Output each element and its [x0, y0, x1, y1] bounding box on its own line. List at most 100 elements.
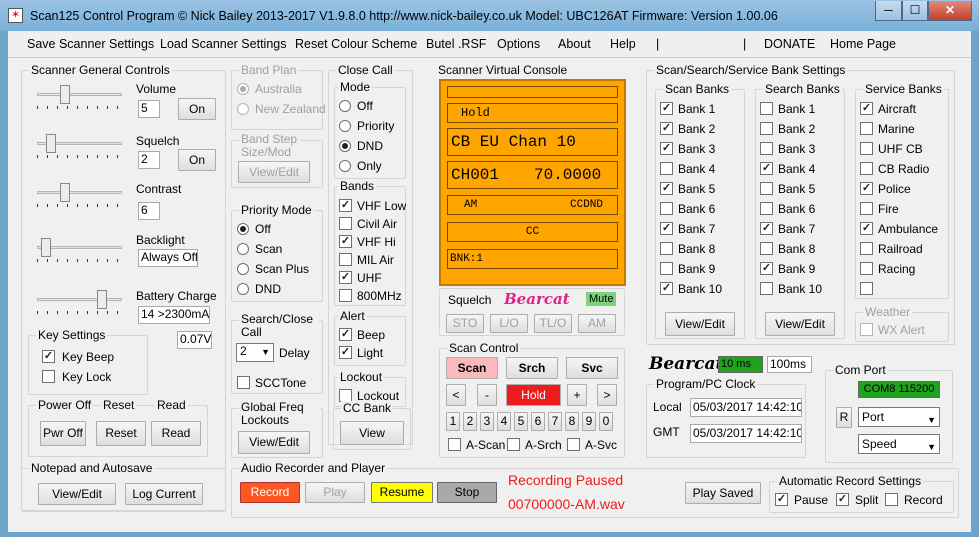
scan-bank-checkbox[interactable]	[660, 202, 673, 215]
minimize-button[interactable]: ─	[875, 1, 902, 21]
cc-off-radio[interactable]	[339, 100, 351, 112]
scan-bank-checkbox[interactable]	[660, 242, 673, 255]
a-srch-checkbox[interactable]	[507, 438, 520, 451]
search-bank-checkbox[interactable]	[760, 122, 773, 135]
contrast-value[interactable]: 6	[138, 202, 160, 220]
auto-pause-checkbox[interactable]: ✓	[775, 493, 788, 506]
service-bank-checkbox[interactable]: ✓	[860, 102, 873, 115]
scan-bank-checkbox[interactable]: ✓	[660, 122, 673, 135]
close-button[interactable]: ✕	[928, 1, 972, 21]
menu-options[interactable]: Options	[497, 37, 540, 51]
menu-donate[interactable]: DONATE	[764, 37, 815, 51]
digit-2-button[interactable]: 2	[463, 412, 477, 431]
digit-6-button[interactable]: 6	[531, 412, 545, 431]
priority-off-radio[interactable]	[237, 223, 249, 235]
digit-9-button[interactable]: 9	[582, 412, 596, 431]
next-button[interactable]: >	[597, 384, 617, 406]
lo-button[interactable]: L/O	[490, 314, 528, 333]
digit-1-button[interactable]: 1	[446, 412, 460, 431]
band-checkbox[interactable]	[339, 253, 352, 266]
minus-button[interactable]: -	[477, 384, 497, 406]
play-button[interactable]: Play	[305, 482, 365, 503]
menu-butel[interactable]: Butel .RSF	[426, 37, 486, 51]
a-svc-checkbox[interactable]	[567, 438, 580, 451]
volume-slider[interactable]	[37, 85, 122, 109]
digit-4-button[interactable]: 4	[497, 412, 511, 431]
key-lock-checkbox[interactable]	[42, 370, 55, 383]
plus-button[interactable]: +	[567, 384, 587, 406]
speed-dropdown[interactable]: Speed	[858, 434, 940, 456]
hold-button[interactable]: Hold	[506, 384, 561, 406]
auto-split-checkbox[interactable]: ✓	[836, 493, 849, 506]
search-banks-view-edit-button[interactable]: View/Edit	[765, 312, 835, 336]
priority-scan-radio[interactable]	[237, 243, 249, 255]
service-bank-checkbox[interactable]	[860, 142, 873, 155]
scan-bank-checkbox[interactable]	[660, 262, 673, 275]
menu-help[interactable]: Help	[610, 37, 636, 51]
service-bank-checkbox[interactable]	[860, 202, 873, 215]
search-bank-checkbox[interactable]	[760, 102, 773, 115]
digit-7-button[interactable]: 7	[548, 412, 562, 431]
log-current-button[interactable]: Log Current	[125, 483, 203, 505]
battery-slider[interactable]	[37, 290, 122, 314]
digit-8-button[interactable]: 8	[565, 412, 579, 431]
sto-button[interactable]: STO	[446, 314, 484, 333]
com-refresh-button[interactable]: R	[836, 407, 852, 428]
scan-button[interactable]: Scan	[446, 357, 498, 379]
stop-button[interactable]: Stop	[437, 482, 497, 503]
tlo-button[interactable]: TL/O	[534, 314, 572, 333]
read-button[interactable]: Read	[151, 421, 201, 446]
service-bank-checkbox[interactable]	[860, 162, 873, 175]
search-bank-checkbox[interactable]	[760, 242, 773, 255]
prev-button[interactable]: <	[446, 384, 466, 406]
band-checkbox[interactable]: ✓	[339, 271, 352, 284]
search-bank-checkbox[interactable]	[760, 202, 773, 215]
volume-on-button[interactable]: On	[178, 98, 216, 120]
am-button[interactable]: AM	[578, 314, 616, 333]
port-dropdown[interactable]: Port	[858, 407, 940, 429]
volume-value[interactable]: 5	[138, 100, 160, 118]
backlight-slider[interactable]	[37, 238, 122, 262]
scan-bank-checkbox[interactable]: ✓	[660, 142, 673, 155]
band-checkbox[interactable]	[339, 289, 352, 302]
scan-bank-checkbox[interactable]: ✓	[660, 182, 673, 195]
band-checkbox[interactable]: ✓	[339, 199, 352, 212]
cc-dnd-radio[interactable]	[339, 140, 351, 152]
alert-beep-checkbox[interactable]: ✓	[339, 328, 352, 341]
service-button[interactable]: Svc	[566, 357, 618, 379]
band-checkbox[interactable]: ✓	[339, 235, 352, 248]
service-bank-checkbox[interactable]: ✓	[860, 222, 873, 235]
play-saved-button[interactable]: Play Saved	[685, 482, 761, 504]
digit-3-button[interactable]: 3	[480, 412, 494, 431]
scan-bank-checkbox[interactable]: ✓	[660, 282, 673, 295]
scan-banks-view-edit-button[interactable]: View/Edit	[665, 312, 735, 336]
priority-dnd-radio[interactable]	[237, 283, 249, 295]
key-beep-checkbox[interactable]: ✓	[42, 350, 55, 363]
delay-dropdown[interactable]: 2	[236, 343, 274, 362]
search-bank-checkbox[interactable]: ✓	[760, 222, 773, 235]
backlight-value[interactable]: Always Off	[138, 249, 198, 267]
squelch-slider[interactable]	[37, 134, 122, 158]
band-step-view-edit-button[interactable]: View/Edit	[238, 161, 310, 183]
wx-alert-checkbox[interactable]	[860, 323, 873, 336]
service-bank-checkbox[interactable]	[860, 242, 873, 255]
squelch-value[interactable]: 2	[138, 151, 160, 169]
scan-bank-checkbox[interactable]: ✓	[660, 222, 673, 235]
service-bank-checkbox[interactable]	[860, 282, 873, 295]
search-bank-checkbox[interactable]: ✓	[760, 262, 773, 275]
digit-5-button[interactable]: 5	[514, 412, 528, 431]
service-bank-checkbox[interactable]	[860, 262, 873, 275]
alert-light-checkbox[interactable]: ✓	[339, 346, 352, 359]
cc-bank-view-button[interactable]: View	[340, 421, 404, 445]
resume-button[interactable]: Resume	[371, 482, 433, 503]
cc-priority-radio[interactable]	[339, 120, 351, 132]
new-zealand-radio[interactable]	[237, 103, 249, 115]
cc-only-radio[interactable]	[339, 160, 351, 172]
search-bank-checkbox[interactable]	[760, 282, 773, 295]
scan-bank-checkbox[interactable]: ✓	[660, 102, 673, 115]
reset-button[interactable]: Reset	[96, 421, 146, 446]
power-off-button[interactable]: Pwr Off	[40, 421, 86, 446]
search-bank-checkbox[interactable]: ✓	[760, 162, 773, 175]
maximize-button[interactable]: ☐	[902, 1, 928, 21]
squelch-on-button[interactable]: On	[178, 149, 216, 171]
